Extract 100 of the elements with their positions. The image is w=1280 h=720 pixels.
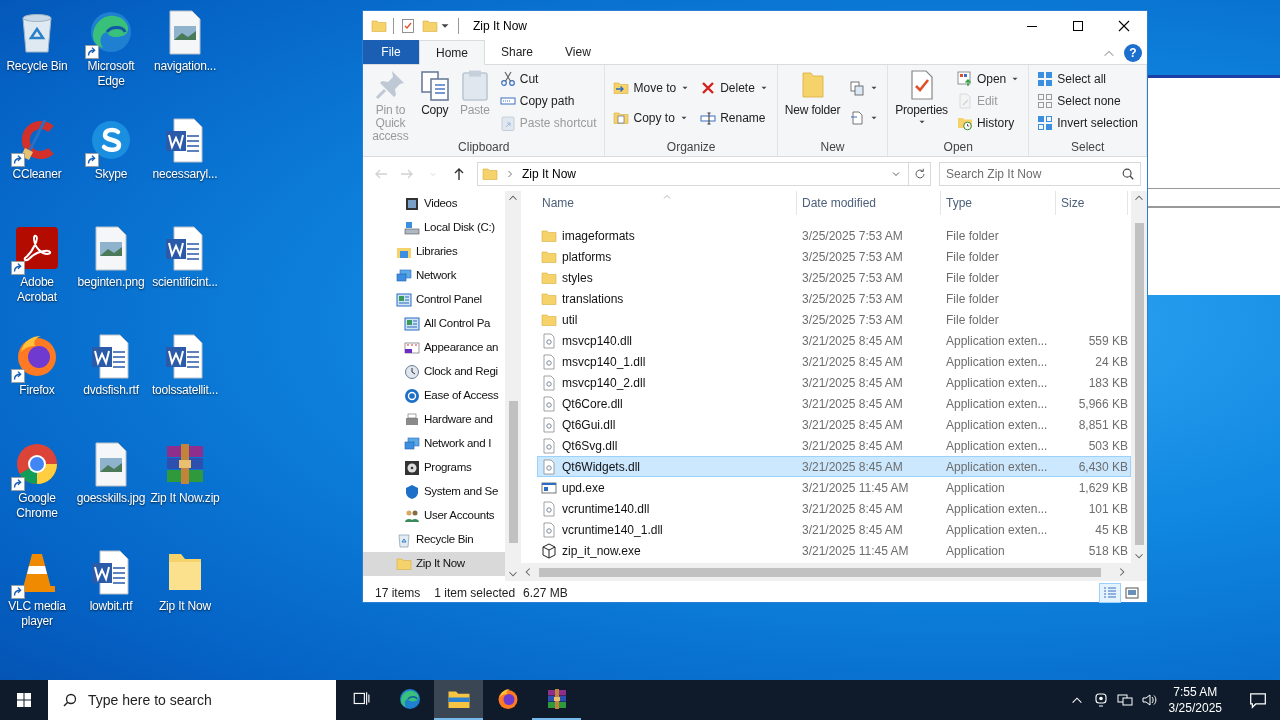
icon-label[interactable]: toolssatellit...: [151, 383, 219, 398]
nav-item[interactable]: All Control Pa: [363, 312, 505, 336]
column-header[interactable]: Size: [1056, 191, 1128, 215]
nav-item[interactable]: Appearance an: [363, 336, 505, 360]
nav-item[interactable]: Hardware and: [363, 408, 505, 432]
modified-date: 3/21/2025 8:45 AM: [802, 438, 903, 453]
icon-label[interactable]: Zip It Now.zip: [150, 491, 220, 506]
ribbon-button[interactable]: Rename: [698, 109, 771, 126]
file-icon: [541, 416, 557, 433]
modified-date: 3/21/2025 11:45 AM: [802, 480, 909, 495]
file-row[interactable]: translations 3/25/2025 7:53 AM File folder: [537, 288, 1131, 309]
ribbon-button[interactable]: Copy: [415, 67, 454, 117]
nav-item[interactable]: Ease of Access: [363, 384, 505, 408]
nav-item[interactable]: Network: [363, 264, 505, 288]
nav-item[interactable]: Libraries: [363, 240, 505, 264]
nav-item[interactable]: Clock and Regi: [363, 360, 505, 384]
file-row[interactable]: Qt6Svg.dll 3/21/2025 8:45 AM Application exten... 503 KB: [537, 435, 1131, 456]
group-label: Organize: [666, 139, 716, 155]
column-header[interactable]: Name: [521, 191, 797, 215]
icon-label[interactable]: Recycle Bin: [6, 59, 68, 74]
icon-label[interactable]: goesskills.jpg: [76, 491, 146, 506]
icon-label[interactable]: Firefox: [19, 383, 55, 398]
clock[interactable]: 7:55 AM 3/25/2025: [1168, 684, 1222, 716]
webcam-icon[interactable]: [1092, 692, 1109, 708]
scrollbar[interactable]: [1131, 191, 1147, 563]
ribbon-button[interactable]: Move to: [611, 80, 693, 97]
nav-item[interactable]: Network and I: [363, 432, 505, 456]
ribbon-button[interactable]: Select none: [1035, 93, 1140, 109]
icon-label[interactable]: VLC media player: [0, 599, 74, 629]
nav-item[interactable]: Control Panel: [363, 288, 505, 312]
file-size: 518 KB: [1088, 543, 1128, 558]
nav-item[interactable]: Local Disk (C:): [363, 216, 505, 240]
search-field[interactable]: Search Zip It Now: [939, 162, 1141, 186]
icon-label[interactable]: Skype: [94, 167, 128, 182]
help-button[interactable]: ?: [1124, 44, 1142, 62]
file-row[interactable]: Qt6Gui.dll 3/21/2025 8:45 AM Application exten... 8,851 KB: [537, 414, 1131, 435]
nav-item[interactable]: Videos: [363, 192, 505, 216]
icon-label[interactable]: Zip It Now: [159, 599, 211, 614]
volume-icon[interactable]: [1140, 692, 1157, 708]
scrollbar-thumb[interactable]: [1134, 223, 1144, 545]
ribbon-tab[interactable]: View: [549, 40, 607, 64]
file-row[interactable]: util 3/25/2025 7:53 AM File folder: [537, 309, 1131, 330]
scrollbar-thumb[interactable]: [539, 567, 1101, 577]
icon-label[interactable]: Adobe Acrobat: [0, 275, 74, 305]
file-row[interactable]: imageformats 3/25/2025 7:53 AM File folder: [537, 225, 1131, 246]
file-row[interactable]: msvcp140_2.dll 3/21/2025 8:45 AM Application exten... 183 KB: [537, 372, 1131, 393]
taskbar-app-button[interactable]: [434, 680, 483, 720]
view-button[interactable]: [1099, 582, 1121, 603]
column-header[interactable]: Type: [941, 191, 1056, 215]
file-row[interactable]: platforms 3/25/2025 7:53 AM File folder: [537, 246, 1131, 267]
icon-label[interactable]: dvdsfish.rtf: [83, 383, 139, 398]
ribbon-button[interactable]: Open: [954, 71, 1023, 87]
nav-item[interactable]: Zip It Now: [363, 552, 505, 576]
icon-label[interactable]: CCleaner: [12, 167, 62, 182]
icon-label[interactable]: lowbit.rtf: [89, 599, 133, 614]
nav-item[interactable]: User Accounts: [363, 504, 505, 528]
column-header[interactable]: Date modified: [797, 191, 941, 215]
properties-icon[interactable]: [400, 18, 416, 34]
ribbon-button[interactable]: Select all: [1035, 71, 1140, 87]
nav-item[interactable]: Recycle Bin: [363, 528, 505, 552]
icon-label[interactable]: Microsoft Edge: [74, 59, 148, 89]
icon-label[interactable]: scientificint...: [152, 275, 218, 290]
file-name: Qt6Svg.dll: [562, 437, 618, 455]
task-view-icon: [351, 690, 370, 708]
file-name: upd.exe: [562, 479, 605, 497]
ribbon-button[interactable]: Copy path: [497, 93, 599, 109]
address-path[interactable]: Zip It Now: [522, 165, 884, 183]
icon-label[interactable]: beginten.png: [77, 275, 145, 290]
ribbon-tab[interactable]: Home: [419, 40, 485, 65]
nav-item[interactable]: System and Se: [363, 480, 505, 504]
notification-icon[interactable]: [1249, 691, 1267, 709]
file-row[interactable]: upd.exe 3/21/2025 11:45 AM Application 1,629 KB: [537, 477, 1131, 498]
file-row[interactable]: vcruntime140_1.dll 3/21/2025 8:45 AM Application exten... 45 KB: [537, 519, 1131, 540]
file-row[interactable]: zip_it_now.exe 3/21/2025 11:45 AM Application 518 KB: [537, 540, 1131, 561]
file-row[interactable]: vcruntime140.dll 3/21/2025 8:45 AM Application exten... 101 KB: [537, 498, 1131, 519]
ribbon-button[interactable]: New folder: [781, 67, 844, 117]
file-row[interactable]: Qt6Widgets.dll 3/21/2025 8:45 AM Application exten... 6,430 KB: [537, 456, 1131, 477]
ribbon-button[interactable]: Delete: [698, 80, 771, 97]
file-menu-button[interactable]: File: [363, 40, 419, 64]
ribbon-tab[interactable]: Share: [485, 40, 550, 64]
icon-label[interactable]: navigation...: [153, 59, 217, 74]
ribbon-button[interactable]: Copy to: [611, 109, 693, 126]
file-icon: [541, 353, 557, 370]
scrollbar-thumb[interactable]: [508, 401, 518, 543]
icon-label[interactable]: Google Chrome: [0, 491, 74, 521]
address-bar[interactable]: Zip It Now: [477, 162, 931, 186]
ribbon-button[interactable]: Cut: [497, 71, 599, 87]
icon-label[interactable]: necessaryl...: [152, 167, 218, 182]
scrollbar[interactable]: [521, 563, 1147, 581]
scrollbar[interactable]: [505, 191, 521, 581]
ribbon-button[interactable]: Properties: [892, 67, 951, 127]
ribbon-button[interactable]: History: [954, 115, 1023, 131]
search-field[interactable]: Type here to search: [48, 680, 336, 720]
file-row[interactable]: msvcp140.dll 3/21/2025 8:45 AM Application exten... 559 KB: [537, 330, 1131, 351]
nav-item[interactable]: Programs: [363, 456, 505, 480]
network-icon[interactable]: [1116, 692, 1133, 708]
ribbon-button[interactable]: Invert selection: [1035, 115, 1140, 131]
file-row[interactable]: msvcp140_1.dll 3/21/2025 8:45 AM Application exten... 24 KB: [537, 351, 1131, 372]
file-row[interactable]: Qt6Core.dll 3/21/2025 8:45 AM Application exten... 5,966 KB: [537, 393, 1131, 414]
file-row[interactable]: styles 3/25/2025 7:53 AM File folder: [537, 267, 1131, 288]
